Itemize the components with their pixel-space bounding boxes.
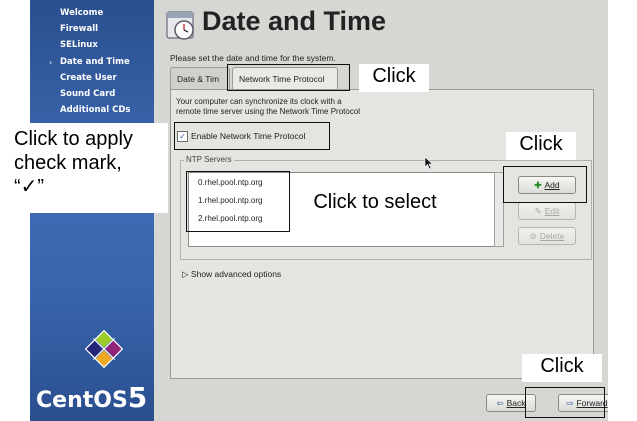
sidebar-item-create-user: Create User [60, 73, 117, 83]
centos-wordmark: CentOS5 [36, 381, 148, 414]
highlight-tab-ntp [227, 64, 350, 91]
delete-button-label: Delete [539, 231, 565, 241]
ntp-description-line1: Your computer can synchronize its clock … [176, 97, 342, 106]
callout-click-add: Click [506, 132, 576, 160]
tab-date-and-time[interactable]: Date & Tim [170, 67, 230, 89]
callout-apply-check-mark: Click to apply check mark, “✓” [8, 123, 168, 213]
sidebar-item-additional-cds: Additional CDs [60, 105, 131, 115]
highlight-ntp-servers [186, 171, 290, 232]
expander-arrow-icon: ▷ [182, 269, 189, 279]
show-advanced-options[interactable]: ▷ Show advanced options [182, 269, 281, 280]
page-title: Date and Time [202, 6, 387, 36]
edit-button-label: Edit [544, 206, 560, 216]
sidebar-item-welcome: Welcome [60, 8, 104, 18]
ntp-description: Your computer can synchronize its clock … [176, 97, 436, 117]
edit-icon: ✎ [534, 205, 542, 216]
ntp-servers-label: NTP Servers [184, 155, 234, 164]
highlight-add-button [503, 166, 587, 203]
delete-icon: ⊘ [529, 230, 537, 241]
sidebar-item-date-and-time: Date and Time [60, 57, 130, 67]
back-button-label: Back [506, 398, 526, 408]
delete-button[interactable]: ⊘ Delete [518, 227, 576, 245]
current-step-marker-icon: › [49, 58, 53, 67]
callout-apply-line1: Click to apply [14, 128, 133, 150]
sidebar-item-sound-card: Sound Card [60, 89, 116, 99]
highlight-forward-button [525, 387, 605, 418]
sidebar-item-selinux: SELinux [60, 40, 98, 50]
tab-date-and-time-label: Date & Tim [177, 74, 220, 84]
edit-button[interactable]: ✎ Edit [518, 202, 576, 220]
sidebar-item-firewall: Firewall [60, 24, 99, 34]
show-advanced-label: Show advanced options [190, 269, 282, 279]
centos-logo-icon [84, 329, 124, 369]
callout-click-tab: Click [359, 64, 429, 92]
highlight-enable-ntp [174, 122, 330, 150]
clock-calendar-icon [166, 11, 194, 40]
back-arrow-icon: ⇦ [496, 397, 504, 408]
mouse-pointer-icon [424, 156, 434, 170]
callout-apply-line2: check mark, [14, 152, 122, 174]
page-subtitle: Please set the date and time for the sys… [170, 53, 336, 63]
callout-click-to-select: Click to select [296, 190, 454, 218]
ntp-description-line2: remote time server using the Network Tim… [176, 107, 361, 116]
callout-click-forward: Click [522, 354, 602, 382]
callout-apply-line3: “✓” [14, 176, 45, 198]
